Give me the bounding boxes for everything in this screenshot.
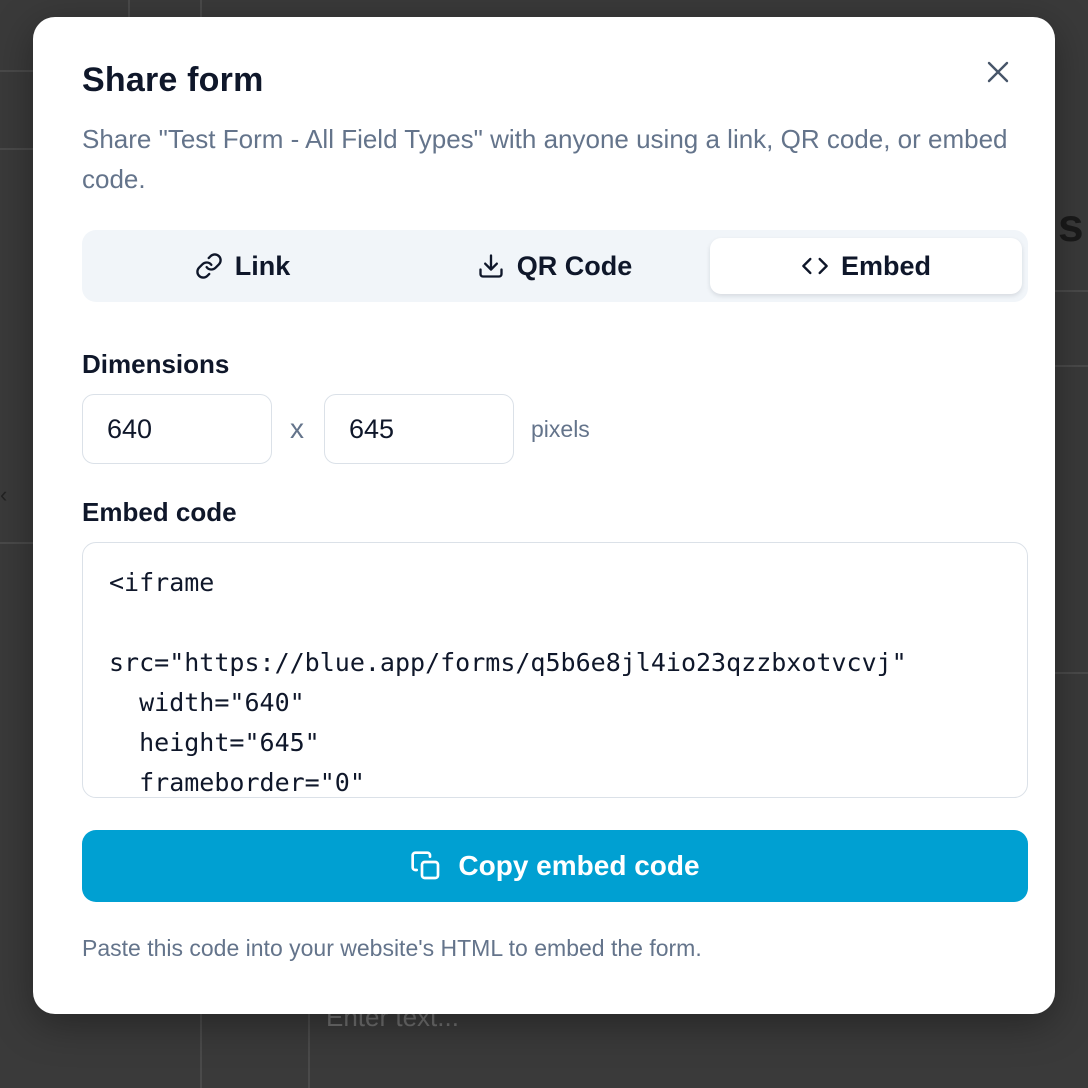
bg-divider [0,542,33,544]
close-button[interactable] [983,57,1013,87]
close-icon [987,61,1009,83]
embed-code-text: <iframe src="https://blue.app/forms/q5b6… [109,568,907,797]
embed-code-textarea[interactable]: <iframe src="https://blue.app/forms/q5b6… [82,542,1028,798]
link-icon [196,253,222,279]
copy-embed-code-label: Copy embed code [458,850,700,881]
embed-footnote: Paste this code into your website's HTML… [82,935,702,961]
copy-icon [411,851,440,880]
tab-qr-code[interactable]: QR Code [402,238,707,294]
bg-divider [1055,365,1088,367]
tab-link[interactable]: Link [90,238,395,294]
tab-embed-label: Embed [840,250,932,281]
bg-divider [200,0,202,17]
bg-divider [308,1014,310,1088]
dimensions-separator: x [290,413,304,444]
dialog-title: Share form [82,61,264,99]
dimensions-label: Dimensions [82,349,230,379]
tab-embed[interactable]: Embed [710,238,1022,294]
bg-divider [1055,672,1088,674]
download-icon [479,254,503,278]
share-form-dialog: Share form Share "Test Form - All Field … [33,17,1055,1014]
bg-divider [200,1014,202,1088]
bg-divider [128,0,130,17]
bg-heading-fragment: s [1058,199,1084,251]
tab-link-label: Link [234,250,291,281]
bg-divider [0,70,33,72]
tab-qr-code-label: QR Code [516,250,633,281]
copy-embed-code-button[interactable]: Copy embed code [82,830,1028,902]
code-icon [802,257,828,275]
bg-divider [0,148,33,150]
dialog-description: Share "Test Form - All Field Types" with… [82,124,1008,194]
embed-code-label: Embed code [82,497,237,527]
bg-chevron-icon: ‹ [0,482,8,507]
bg-divider [1055,290,1088,292]
share-tabs: Link QR Code Embed [82,230,1028,302]
height-input[interactable] [324,394,514,464]
width-input[interactable] [82,394,272,464]
dimensions-unit: pixels [531,416,590,442]
